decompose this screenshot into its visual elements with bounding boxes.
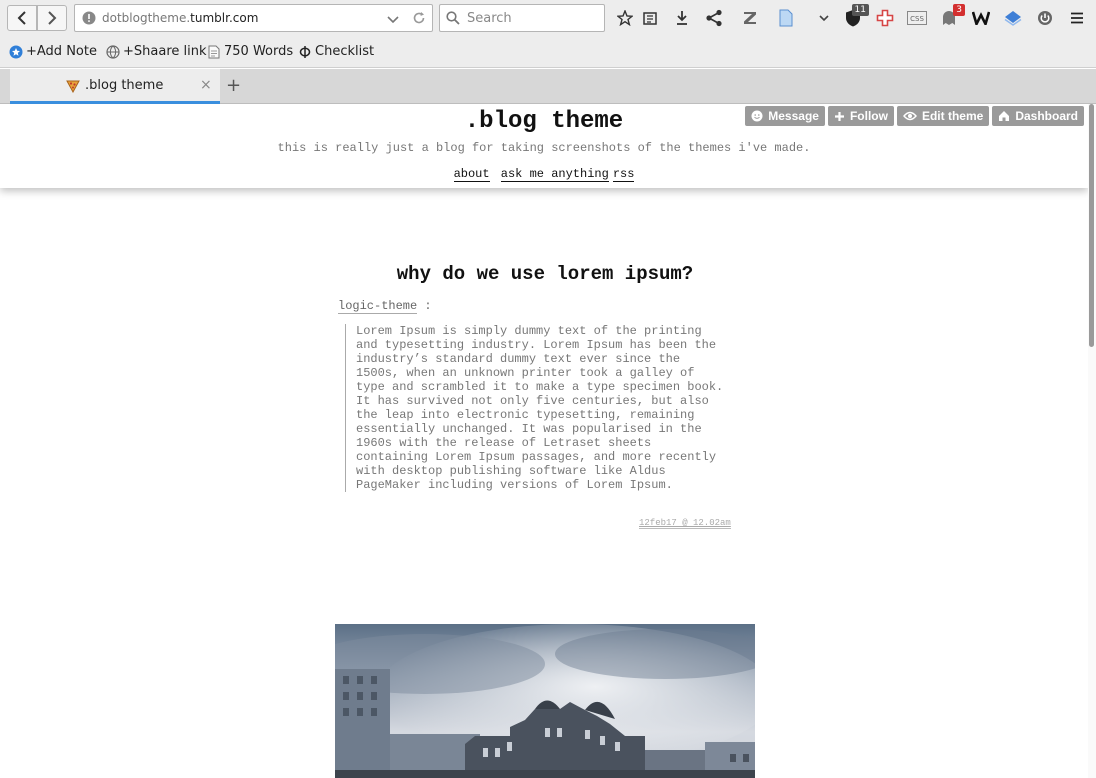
- quote-text: Lorem Ipsum is simply dummy text of the …: [356, 324, 724, 492]
- edit-theme-button[interactable]: Edit theme: [896, 106, 990, 126]
- page-scrollbar[interactable]: [1088, 104, 1096, 778]
- navigation-toolbar: dotblogtheme.tumblr.com Search 11 CSS 3: [0, 0, 1096, 37]
- plus-icon: [834, 111, 844, 121]
- post-photo[interactable]: [335, 624, 755, 778]
- layers-icon[interactable]: [1003, 8, 1023, 28]
- pizza-favicon-icon: [66, 80, 80, 93]
- overflow-chevron-icon[interactable]: [814, 8, 834, 28]
- bookmarks-toolbar: +Add Note +Shaare link 750 Words Checkli…: [0, 37, 1096, 68]
- info-icon[interactable]: [82, 11, 96, 29]
- svg-text:CSS: CSS: [910, 15, 924, 23]
- new-tab-button[interactable]: +: [226, 75, 241, 96]
- search-placeholder: Search: [467, 11, 512, 26]
- page-icon: [208, 45, 220, 58]
- blog-description: this is really just a blog for taking sc…: [277, 141, 811, 155]
- follow-button[interactable]: Follow: [827, 106, 894, 126]
- source-separator: :: [424, 299, 432, 313]
- wappalyzer-icon[interactable]: [971, 8, 991, 28]
- city-photo-image: [335, 624, 755, 778]
- post-title: why do we use lorem ipsum?: [396, 263, 694, 285]
- url-domain: tumblr.com: [190, 11, 259, 25]
- search-bar[interactable]: Search: [439, 4, 605, 32]
- home-icon: [999, 111, 1010, 121]
- phi-icon: [299, 45, 311, 58]
- zotero-icon[interactable]: [740, 8, 760, 28]
- url-bar[interactable]: dotblogtheme.tumblr.com: [74, 4, 433, 32]
- close-tab-icon[interactable]: ×: [200, 77, 212, 93]
- blog-nav: about ask me anything rss: [0, 167, 1088, 182]
- post-quote: Lorem Ipsum is simply dummy text of the …: [345, 324, 725, 492]
- tab-blog-theme[interactable]: .blog theme ×: [10, 69, 220, 104]
- blog-header: .blog theme this is really just a blog f…: [0, 104, 1088, 188]
- globe-icon: [106, 44, 120, 59]
- chevron-right-icon: [48, 11, 57, 25]
- url-host-prefix: dotblogtheme.: [102, 11, 191, 25]
- tumblr-controls: Message Follow Edit theme Dashboard: [745, 106, 1084, 126]
- source-link[interactable]: logic-theme: [338, 299, 418, 314]
- bookmark-label: +Shaare link: [123, 44, 207, 59]
- share-icon[interactable]: [704, 8, 724, 28]
- edit-theme-label: Edit theme: [921, 109, 984, 123]
- bookmark-750-words[interactable]: 750 Words: [207, 44, 293, 59]
- scrollbar-thumb[interactable]: [1089, 104, 1094, 347]
- eye-icon: [903, 111, 917, 121]
- url-text[interactable]: dotblogtheme.tumblr.com: [102, 11, 258, 25]
- dashboard-label: Dashboard: [1015, 109, 1078, 123]
- first-aid-icon[interactable]: [875, 8, 895, 28]
- notification-count-badge: 3: [953, 4, 965, 16]
- follow-label: Follow: [849, 109, 888, 123]
- bookmark-checklist[interactable]: Checklist: [298, 44, 374, 59]
- bookmark-label: 750 Words: [224, 44, 294, 59]
- ghost-notification-icon[interactable]: 3: [939, 4, 965, 28]
- ublock-count-badge: 11: [851, 4, 869, 16]
- nav-link-rss[interactable]: rss: [612, 167, 635, 182]
- power-icon[interactable]: [1035, 8, 1055, 28]
- bookmark-star-icon[interactable]: [615, 8, 635, 28]
- search-icon: [446, 11, 460, 29]
- reload-icon[interactable]: [412, 11, 426, 29]
- smiley-icon: [751, 110, 763, 122]
- post-source: logic-theme :: [338, 299, 432, 314]
- bookmark-label: Checklist: [315, 44, 375, 59]
- hamburger-menu-icon[interactable]: [1067, 8, 1087, 28]
- chevron-down-icon[interactable]: [387, 13, 399, 28]
- chevron-left-icon: [17, 11, 26, 25]
- post-timestamp[interactable]: 12feb17 @ 12.02am: [639, 518, 731, 529]
- tab-strip: .blog theme × +: [0, 69, 1096, 104]
- bookmark-add-note[interactable]: +Add Note: [9, 44, 97, 59]
- nav-link-ask[interactable]: ask me anything: [500, 167, 609, 182]
- dashboard-button[interactable]: Dashboard: [992, 106, 1084, 126]
- message-button[interactable]: Message: [745, 106, 825, 126]
- css-icon[interactable]: CSS: [906, 8, 928, 28]
- web-page: .blog theme this is really just a blog f…: [0, 104, 1096, 778]
- note-icon: [9, 45, 23, 58]
- reading-list-icon[interactable]: [640, 8, 660, 28]
- download-icon[interactable]: [672, 8, 692, 28]
- ublock-shield-icon[interactable]: 11: [843, 4, 869, 28]
- message-label: Message: [768, 109, 819, 123]
- forward-button[interactable]: [37, 5, 67, 31]
- bookmark-shaare-link[interactable]: +Shaare link: [106, 44, 207, 59]
- tab-title: .blog theme: [85, 78, 164, 93]
- document-page-icon[interactable]: [776, 8, 796, 28]
- back-button[interactable]: [7, 5, 37, 31]
- nav-link-about[interactable]: about: [453, 167, 490, 182]
- bookmark-label: +Add Note: [26, 44, 97, 59]
